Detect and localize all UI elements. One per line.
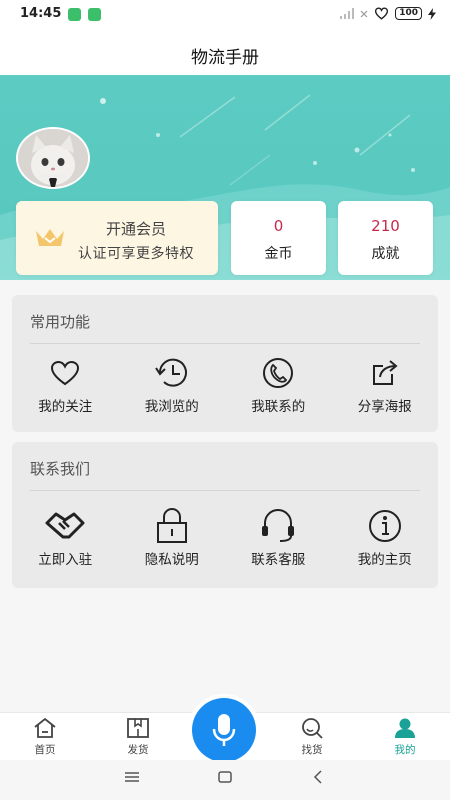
voice-button[interactable]: [192, 698, 256, 762]
info-icon: [367, 508, 403, 544]
grid-label: 我联系的: [251, 399, 306, 415]
achievements-value: 210: [371, 217, 400, 235]
search-goods-icon: [300, 716, 324, 740]
headset-icon: [259, 508, 297, 544]
vip-subtitle: 认证可享更多特权: [78, 246, 194, 262]
section-title: 联系我们: [30, 460, 91, 478]
charging-icon: [428, 7, 436, 20]
share-icon: [370, 355, 400, 391]
tab-mine[interactable]: 我的: [360, 713, 450, 761]
avatar[interactable]: [16, 127, 90, 189]
coins-value: 0: [273, 217, 284, 235]
user-icon: [393, 716, 417, 740]
heart-icon: [50, 355, 80, 391]
tab-label: 找货: [301, 744, 323, 756]
grid-label: 分享海报: [357, 399, 412, 415]
status-time: 14:45: [20, 6, 62, 21]
heart-status-icon: [375, 7, 389, 20]
divider: [30, 343, 420, 344]
section-title: 常用功能: [30, 313, 91, 331]
contact-us-grid: 立即入驻 隐私说明 联系客服 我的主页: [12, 508, 438, 568]
tab-find-goods[interactable]: 找货: [267, 713, 357, 761]
privacy-item[interactable]: 隐私说明: [119, 508, 226, 568]
crown-icon: [36, 229, 64, 246]
lock-icon: [154, 508, 190, 544]
cat-avatar-image: [18, 129, 88, 187]
coins-label: 金币: [264, 246, 293, 262]
menu-icon[interactable]: [124, 770, 140, 784]
notification-app-icon: [68, 8, 81, 21]
tab-shipping[interactable]: 发货: [93, 713, 183, 761]
status-indicators: 100: [340, 7, 436, 20]
battery-indicator: 100: [395, 7, 422, 20]
join-now-item[interactable]: 立即入驻: [12, 508, 119, 568]
system-nav-bar: [0, 760, 450, 800]
tab-home[interactable]: 首页: [0, 713, 90, 761]
achievements-card[interactable]: 210 成就: [338, 201, 433, 275]
home-nav-icon[interactable]: [217, 770, 233, 784]
grid-label: 隐私说明: [144, 552, 199, 568]
grid-label: 我的关注: [38, 399, 93, 415]
title-bar: 物流手册: [0, 30, 450, 76]
shipping-box-icon: [126, 716, 150, 740]
home-icon: [33, 716, 57, 740]
page-title: 物流手册: [191, 48, 259, 68]
share-poster-item[interactable]: 分享海报: [332, 355, 439, 415]
achievements-label: 成就: [371, 246, 400, 262]
my-homepage-item[interactable]: 我的主页: [332, 508, 439, 568]
back-icon[interactable]: [312, 770, 324, 784]
divider: [30, 490, 420, 491]
phone-icon: [261, 355, 295, 391]
voice-button-wrap: [188, 694, 260, 766]
signal-icon: [340, 8, 355, 19]
vip-card[interactable]: 开通会员 认证可享更多特权: [16, 201, 218, 275]
customer-service-item[interactable]: 联系客服: [225, 508, 332, 568]
tab-label: 我的: [394, 744, 416, 756]
contact-us-section: 联系我们 立即入驻 隐私说明 联系客服 我的主页: [12, 442, 438, 588]
grid-label: 联系客服: [251, 552, 306, 568]
grid-label: 立即入驻: [38, 552, 93, 568]
vip-title: 开通会员: [106, 220, 167, 238]
tab-label: 发货: [127, 744, 149, 756]
microphone-icon: [212, 714, 236, 746]
my-contacted-item[interactable]: 我联系的: [225, 355, 332, 415]
my-browsing-item[interactable]: 我浏览的: [119, 355, 226, 415]
tab-label: 首页: [34, 744, 56, 756]
status-bar: 14:45 100: [0, 0, 450, 30]
close-x-icon: [360, 10, 368, 17]
grid-label: 我浏览的: [144, 399, 199, 415]
history-clock-icon: [154, 355, 190, 391]
common-functions-section: 常用功能 我的关注 我浏览的 我联系的 分享海报: [12, 295, 438, 432]
grid-label: 我的主页: [357, 552, 412, 568]
coins-card[interactable]: 0 金币: [231, 201, 326, 275]
notification-app-icon: [88, 8, 101, 21]
my-follows-item[interactable]: 我的关注: [12, 355, 119, 415]
handshake-icon: [45, 508, 85, 544]
common-functions-grid: 我的关注 我浏览的 我联系的 分享海报: [12, 355, 438, 415]
